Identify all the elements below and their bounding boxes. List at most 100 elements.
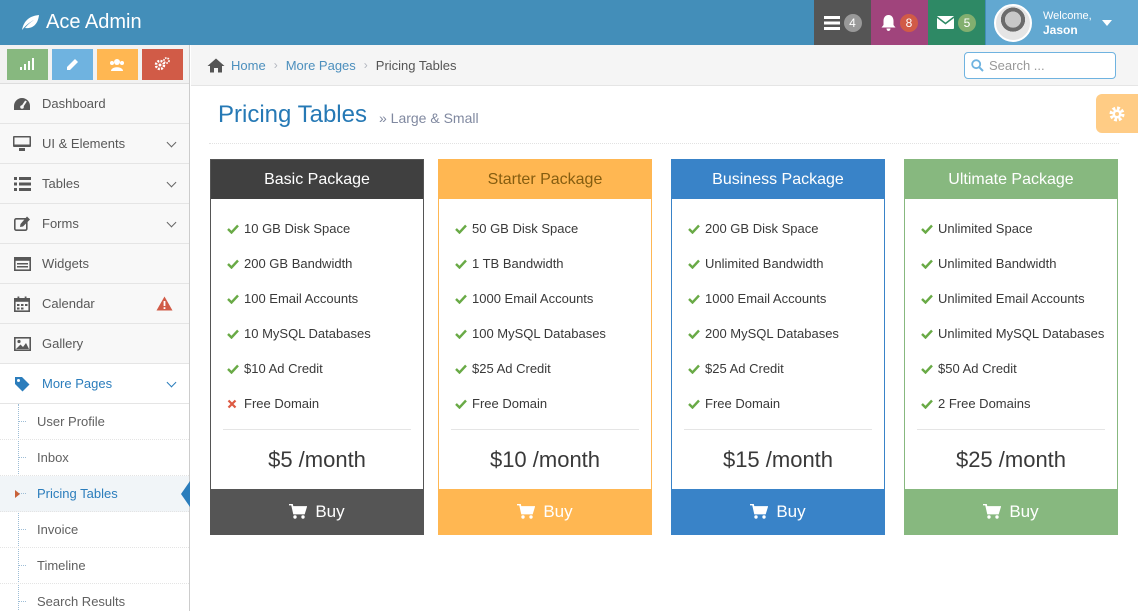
- brand-logo[interactable]: Ace Admin: [20, 0, 142, 45]
- feature-item: Free Domain: [688, 394, 872, 414]
- check-icon: [921, 290, 934, 309]
- feature-item: 10 MySQL Databases: [227, 324, 411, 344]
- feature-text: Unlimited MySQL Databases: [938, 326, 1105, 341]
- feature-text: 100 MySQL Databases: [472, 326, 606, 341]
- shopping-cart-icon: [517, 504, 536, 519]
- sidebar: Dashboard UI & Elements Tables Forms Wid…: [0, 45, 190, 611]
- feature-item: $25 Ad Credit: [455, 359, 639, 379]
- feature-text: 200 GB Bandwidth: [244, 256, 353, 271]
- bell-icon: [881, 14, 896, 31]
- feature-item: 50 GB Disk Space: [455, 219, 639, 239]
- submenu-item-timeline[interactable]: Timeline: [0, 548, 189, 584]
- warning-icon: [156, 296, 173, 314]
- shopping-cart-icon: [750, 504, 769, 519]
- breadcrumb-home-link[interactable]: Home: [231, 58, 266, 73]
- feature-item: 2 Free Domains: [921, 394, 1105, 414]
- widgets-icon: [12, 256, 32, 271]
- sidebar-item-calendar[interactable]: Calendar: [0, 284, 189, 324]
- feature-text: Unlimited Bandwidth: [938, 256, 1057, 271]
- feature-text: 10 MySQL Databases: [244, 326, 371, 341]
- check-icon: [227, 290, 240, 309]
- submenu-item-user-profile[interactable]: User Profile: [0, 404, 189, 440]
- active-marker: [181, 481, 190, 507]
- user-menu[interactable]: Welcome, Jason: [986, 0, 1138, 45]
- check-icon: [455, 220, 468, 239]
- submenu-item-pricing-tables[interactable]: Pricing Tables: [0, 476, 190, 512]
- breadcrumb-parent-link[interactable]: More Pages: [286, 58, 356, 73]
- page-subtitle: » Large & Small: [379, 110, 479, 126]
- users-shortcut-button[interactable]: [96, 48, 138, 80]
- signal-icon: [20, 58, 34, 70]
- feature-text: 200 MySQL Databases: [705, 326, 839, 341]
- feature-text: $50 Ad Credit: [938, 361, 1017, 376]
- submenu-item-invoice[interactable]: Invoice: [0, 512, 189, 548]
- ace-settings-button[interactable]: [1096, 94, 1138, 133]
- sidebar-item-forms[interactable]: Forms: [0, 204, 189, 244]
- stats-shortcut-button[interactable]: [6, 48, 48, 80]
- messages-button[interactable]: 5: [928, 0, 985, 45]
- breadcrumb-current: Pricing Tables: [375, 57, 457, 73]
- check-icon: [921, 395, 934, 414]
- buy-button[interactable]: Buy: [672, 489, 884, 534]
- tasks-button[interactable]: 4: [814, 0, 871, 45]
- sidebar-item-more-pages[interactable]: More Pages: [0, 364, 189, 404]
- feature-text: 1 TB Bandwidth: [472, 256, 564, 271]
- shopping-cart-icon: [983, 504, 1002, 519]
- avatar: [994, 3, 1032, 42]
- tasks-badge: 4: [843, 13, 862, 32]
- feature-text: 100 Email Accounts: [244, 291, 359, 306]
- feature-text: $25 Ad Credit: [705, 361, 784, 376]
- caret-down-icon: [1101, 19, 1112, 26]
- check-icon: [921, 360, 934, 379]
- sidebar-item-label: Dashboard: [42, 96, 106, 111]
- buy-label: Buy: [543, 501, 573, 521]
- feature-text: $25 Ad Credit: [472, 361, 551, 376]
- check-icon: [688, 290, 701, 309]
- check-icon: [921, 255, 934, 274]
- notifications-button[interactable]: 8: [871, 0, 928, 45]
- list-icon: [12, 176, 32, 191]
- sidebar-item-widgets[interactable]: Widgets: [0, 244, 189, 284]
- app-title: Ace Admin: [46, 11, 142, 33]
- check-icon: [455, 290, 468, 309]
- sidebar-item-ui-elements[interactable]: UI & Elements: [0, 124, 189, 164]
- breadcrumb-separator-icon: ›: [273, 58, 278, 72]
- buy-button[interactable]: Buy: [905, 489, 1117, 534]
- envelope-icon: [937, 16, 954, 29]
- sidebar-item-label: Calendar: [42, 296, 95, 311]
- plan-header: Business Package: [672, 160, 884, 199]
- feature-item: $10 Ad Credit: [227, 359, 411, 379]
- feature-item: 1000 Email Accounts: [688, 289, 872, 309]
- edit-shortcut-button[interactable]: [51, 48, 93, 80]
- feature-item: 200 MySQL Databases: [688, 324, 872, 344]
- sidebar-shortcuts: [0, 45, 189, 84]
- sidebar-item-tables[interactable]: Tables: [0, 164, 189, 204]
- user-name: Jason: [1043, 22, 1078, 37]
- submenu-item-inbox[interactable]: Inbox: [0, 440, 189, 476]
- plan-price: $25 /month: [955, 446, 1067, 472]
- feature-text: 1000 Email Accounts: [472, 291, 594, 306]
- feature-item: $25 Ad Credit: [688, 359, 872, 379]
- sidebar-item-dashboard[interactable]: Dashboard: [0, 84, 189, 124]
- settings-shortcut-button[interactable]: [141, 48, 183, 80]
- feature-item: 1000 Email Accounts: [455, 289, 639, 309]
- sidebar-item-gallery[interactable]: Gallery: [0, 324, 189, 364]
- search-input[interactable]: [989, 58, 1109, 73]
- messages-badge: 5: [958, 13, 976, 32]
- feature-list: Unlimited Space Unlimited Bandwidth Unlimi…: [905, 199, 1117, 414]
- feature-list: 10 GB Disk Space 200 GB Bandwidth 100 Emai…: [211, 199, 423, 414]
- feature-text: 10 GB Disk Space: [244, 221, 351, 236]
- home-icon[interactable]: [207, 58, 225, 73]
- sidebar-item-label: UI & Elements: [42, 136, 126, 151]
- check-icon: [227, 325, 240, 344]
- chevron-down-icon: [166, 137, 177, 148]
- feature-item: Unlimited Bandwidth: [921, 254, 1105, 274]
- submenu-item-search-results[interactable]: Search Results: [0, 584, 189, 611]
- buy-button[interactable]: Buy: [439, 489, 651, 534]
- top-navbar: Ace Admin 4 8 5 Welcome, Jason: [0, 0, 1138, 45]
- buy-button[interactable]: Buy: [211, 489, 423, 534]
- sidebar-item-label: Gallery: [42, 336, 84, 351]
- page-subtitle-text: Large & Small: [390, 109, 479, 126]
- pencil-icon: [66, 58, 78, 70]
- feature-text: Unlimited Bandwidth: [705, 256, 824, 271]
